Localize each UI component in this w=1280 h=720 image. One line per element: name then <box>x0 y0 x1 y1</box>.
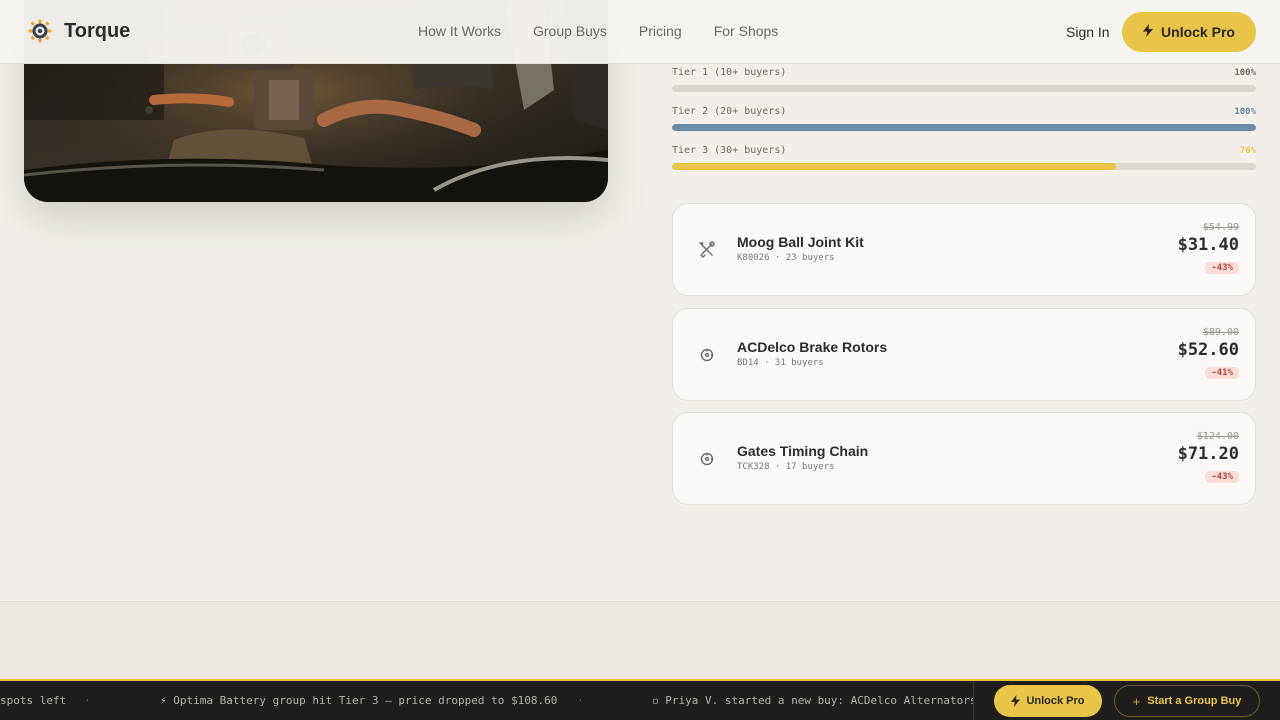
discount-badge: -43% <box>1205 262 1239 274</box>
tier-progress-fill <box>672 85 1256 92</box>
brake-rotor-icon <box>697 345 717 365</box>
tier-progress-track <box>672 124 1256 131</box>
deal-name: Moog Ball Joint Kit <box>737 234 864 250</box>
logo[interactable]: Torque <box>28 19 130 43</box>
deal-price: $71.20 <box>1177 444 1239 464</box>
deal-meta: BD14 · 31 buyers <box>737 358 824 368</box>
tier-progress-track <box>672 163 1256 170</box>
tier-percent: 100% <box>1234 107 1256 117</box>
deal-card[interactable]: Moog Ball Joint Kit K80026 · 23 buyers $… <box>672 203 1256 296</box>
section-band <box>0 601 1280 679</box>
gear-icon <box>697 449 717 469</box>
tier-percent: 100% <box>1234 68 1256 78</box>
deal-original-price: $124.00 <box>1196 431 1239 442</box>
tier-row: Tier 1 (10+ buyers) 100% <box>672 67 1256 106</box>
bar-divider <box>973 681 974 720</box>
bar-unlock-pro-button[interactable]: Unlock Pro <box>994 685 1102 717</box>
ticker-item: ◽ Priya V. started a new buy: ACDelco Al… <box>652 694 973 707</box>
lightning-icon <box>1143 24 1154 40</box>
activity-bar: spots left · ⚡ Optima Battery group hit … <box>0 679 1280 720</box>
unlock-pro-label: Unlock Pro <box>1161 24 1235 40</box>
tier-label: Tier 2 (20+ buyers) <box>672 106 787 117</box>
nav-how-it-works[interactable]: How It Works <box>418 23 501 39</box>
deal-meta: K80026 · 23 buyers <box>737 253 835 263</box>
ticker-item: spots left <box>0 694 67 707</box>
deal-price: $52.60 <box>1177 340 1239 360</box>
activity-ticker: spots left · ⚡ Optima Battery group hit … <box>0 681 973 720</box>
ticker-separator: · <box>577 694 584 707</box>
deal-card[interactable]: ACDelco Brake Rotors BD14 · 31 buyers $8… <box>672 308 1256 401</box>
deal-meta: TCK328 · 17 buyers <box>737 462 835 472</box>
discount-badge: -41% <box>1205 367 1239 379</box>
tier-progress-fill <box>672 163 1116 170</box>
nav-for-shops[interactable]: For Shops <box>714 23 779 39</box>
start-group-buy-button[interactable]: + Start a Group Buy <box>1114 685 1260 717</box>
deal-original-price: $89.00 <box>1202 327 1239 338</box>
plus-icon: + <box>1132 693 1141 709</box>
lightning-icon <box>1011 695 1021 707</box>
deal-name: ACDelco Brake Rotors <box>737 339 888 355</box>
discount-badge: -43% <box>1205 471 1239 483</box>
tier-progress-list: Tier 1 (10+ buyers) 100% Tier 2 (20+ buy… <box>672 67 1256 184</box>
tier-percent: 76% <box>1239 146 1256 156</box>
deal-name: Gates Timing Chain <box>737 443 869 459</box>
nav-pricing[interactable]: Pricing <box>639 23 682 39</box>
tier-label: Tier 1 (10+ buyers) <box>672 67 787 78</box>
main-nav: How It Works Group Buys Pricing For Shop… <box>418 23 810 39</box>
wrench-screwdriver-icon <box>697 240 717 260</box>
tier-row: Tier 3 (30+ buyers) 76% <box>672 145 1256 184</box>
unlock-pro-button[interactable]: Unlock Pro <box>1122 12 1256 52</box>
ticker-item: ⚡ Optima Battery group hit Tier 3 — pric… <box>160 694 558 707</box>
sign-in-link[interactable]: Sign In <box>1066 24 1110 40</box>
tier-progress-track <box>672 85 1256 92</box>
deal-original-price: $54.99 <box>1202 222 1239 233</box>
brand-name: Torque <box>64 19 131 42</box>
nav-group-buys[interactable]: Group Buys <box>533 23 607 39</box>
start-group-buy-label: Start a Group Buy <box>1147 695 1242 707</box>
gear-logo-icon <box>28 19 52 43</box>
top-navigation: Torque How It Works Group Buys Pricing F… <box>0 0 1280 64</box>
tier-progress-fill <box>672 124 1256 131</box>
deal-card[interactable]: Gates Timing Chain TCK328 · 17 buyers $1… <box>672 412 1256 505</box>
deal-price: $31.40 <box>1177 235 1239 255</box>
tier-label: Tier 3 (30+ buyers) <box>672 145 787 156</box>
ticker-separator: · <box>84 694 91 707</box>
tier-row: Tier 2 (20+ buyers) 100% <box>672 106 1256 145</box>
bar-unlock-pro-label: Unlock Pro <box>1026 695 1085 707</box>
